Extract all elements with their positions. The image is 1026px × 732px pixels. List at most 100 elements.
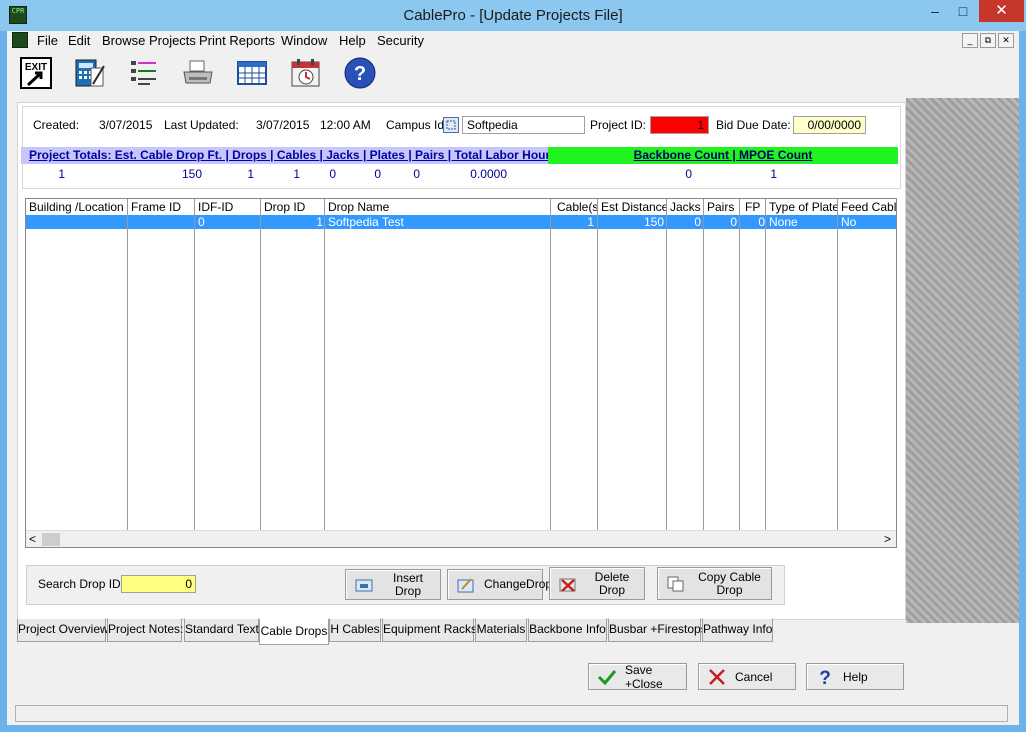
cell-est-distance[interactable]: 150 xyxy=(598,215,664,229)
insert-drop-button[interactable]: Insert Drop xyxy=(345,569,441,600)
scroll-right-arrow[interactable]: > xyxy=(884,532,891,546)
copy-cable-drop-button[interactable]: Copy Cable Drop xyxy=(657,567,772,600)
help-toolbar-button[interactable]: ? xyxy=(343,56,377,90)
cell-drop-name[interactable]: Softpedia Test xyxy=(328,215,548,229)
lookup-grid-icon xyxy=(446,120,456,130)
change-drop-label: ChangeDrop xyxy=(484,577,553,591)
cell-cables[interactable]: 1 xyxy=(551,215,594,229)
question-mark-icon: ? xyxy=(815,667,835,687)
campus-id-label: Campus Id: xyxy=(386,118,448,132)
schedule-toolbar-button[interactable] xyxy=(289,56,323,90)
created-value: 3/07/2015 xyxy=(99,118,153,132)
change-drop-button[interactable]: ChangeDrop xyxy=(447,569,552,600)
column-divider xyxy=(739,199,740,531)
created-label: Created: xyxy=(33,118,80,132)
minimize-button[interactable]: – xyxy=(922,0,948,22)
tab-project-overview[interactable]: Project Overview xyxy=(17,618,109,642)
tab-h-cables[interactable]: H Cables xyxy=(329,618,381,642)
save-close-button[interactable]: Save +Close xyxy=(588,662,687,691)
delete-drop-label: Delete Drop xyxy=(594,569,630,597)
campus-id-field[interactable]: Softpedia xyxy=(462,116,585,134)
column-header-type-of-plate[interactable]: Type of Plate xyxy=(766,199,837,215)
tab-cable-drops[interactable]: Cable Drops xyxy=(259,619,329,645)
exit-toolbar-button[interactable]: EXIT xyxy=(19,56,53,90)
cell-drop-id[interactable]: 1 xyxy=(262,215,323,229)
column-header-drop-name[interactable]: Drop Name xyxy=(325,199,550,215)
project-id-field[interactable]: 1 xyxy=(650,116,709,134)
help-button[interactable]: ? Help xyxy=(806,663,904,690)
column-divider xyxy=(550,199,551,531)
cell-jacks[interactable]: 0 xyxy=(667,215,701,229)
column-header-est-distance[interactable]: Est Distance xyxy=(598,199,666,215)
close-button[interactable]: ✕ xyxy=(979,0,1024,22)
menu-help[interactable]: Help xyxy=(339,33,366,48)
last-updated-date: 3/07/2015 xyxy=(256,118,310,132)
cell-fp[interactable]: 0 xyxy=(740,215,765,229)
menu-print-reports[interactable]: Print Reports xyxy=(199,33,275,48)
column-divider xyxy=(837,199,838,531)
column-header-building[interactable]: Building /Location xyxy=(26,199,127,215)
menu-edit[interactable]: Edit xyxy=(68,33,90,48)
maximize-button[interactable]: □ xyxy=(950,0,976,22)
backbone-count-value: 0 xyxy=(685,167,692,181)
svg-text:EXIT: EXIT xyxy=(25,62,47,73)
bid-due-date-field[interactable]: 0/00/0000 xyxy=(793,116,866,134)
scroll-left-arrow[interactable]: < xyxy=(29,532,36,546)
last-updated-time: 12:00 AM xyxy=(320,118,371,132)
menu-file[interactable]: File xyxy=(37,33,58,48)
column-header-jacks[interactable]: Jacks xyxy=(667,199,703,215)
tab-project-notes[interactable]: Project Notes: xyxy=(107,618,183,642)
cell-type-of-plate[interactable]: None xyxy=(769,215,837,229)
horizontal-scrollbar[interactable]: < > xyxy=(26,530,896,547)
tab-equipment-racks[interactable]: Equipment Racks xyxy=(382,618,477,642)
tab-busbar-firestops[interactable]: Busbar +Firestops xyxy=(608,618,707,642)
totals-project-value: 1 xyxy=(58,167,65,181)
copy-cable-drop-label: Copy Cable Drop xyxy=(698,569,761,597)
column-header-drop-id[interactable]: Drop ID xyxy=(261,199,324,215)
totals-labor-hours: 0.0000 xyxy=(470,167,507,181)
cancel-button[interactable]: Cancel xyxy=(698,663,796,690)
cell-feed-cable[interactable]: No xyxy=(841,215,896,229)
totals-cables: 1 xyxy=(293,167,300,181)
tab-materials[interactable]: Materials xyxy=(475,618,527,642)
document-system-icon[interactable] xyxy=(12,32,28,48)
spreadsheet-toolbar-button[interactable] xyxy=(235,56,269,90)
menu-browse-projects[interactable]: Browse Projects xyxy=(102,33,196,48)
menu-security[interactable]: Security xyxy=(377,33,424,48)
column-header-cables[interactable]: Cable(s) xyxy=(554,199,597,215)
child-minimize-button[interactable]: _ xyxy=(962,33,978,48)
tab-standard-text[interactable]: Standard Text xyxy=(184,618,259,642)
child-close-button[interactable]: ✕ xyxy=(998,33,1014,48)
column-divider xyxy=(260,199,261,531)
mdi-background xyxy=(906,98,1019,623)
calculator-icon xyxy=(75,59,105,87)
checkmark-icon xyxy=(597,667,617,687)
project-id-label: Project ID: xyxy=(590,118,647,132)
status-bar xyxy=(15,705,1008,722)
cell-idf-id[interactable]: 0 xyxy=(198,215,258,229)
tab-pathway-info[interactable]: Pathway Info xyxy=(702,618,773,642)
search-drop-id-input[interactable]: 0 xyxy=(121,575,196,593)
column-header-pairs[interactable]: Pairs xyxy=(704,199,738,215)
column-header-feed-cable[interactable]: Feed Cable xyxy=(838,199,896,215)
scrollbar-thumb[interactable] xyxy=(42,533,60,546)
help-icon: ? xyxy=(344,57,376,89)
calculator-toolbar-button[interactable] xyxy=(73,56,107,90)
column-divider xyxy=(703,199,704,531)
cell-pairs[interactable]: 0 xyxy=(704,215,737,229)
save-close-label: Save +Close xyxy=(625,662,663,691)
cable-drops-grid[interactable]: Building /Location Frame ID IDF-ID Drop … xyxy=(25,198,897,548)
column-header-idf-id[interactable]: IDF-ID xyxy=(195,199,260,215)
menu-window[interactable]: Window xyxy=(281,33,327,48)
child-restore-button[interactable]: ⧉ xyxy=(980,33,996,48)
column-header-frame-id[interactable]: Frame ID xyxy=(128,199,194,215)
list-toolbar-button[interactable] xyxy=(127,56,161,90)
column-header-fp[interactable]: FP xyxy=(742,199,766,215)
project-totals-header: Project Totals: Est. Cable Drop Ft. | Dr… xyxy=(21,147,548,164)
delete-drop-button[interactable]: Delete Drop xyxy=(549,567,645,600)
campus-lookup-button[interactable] xyxy=(443,117,459,133)
cancel-x-icon xyxy=(707,667,727,687)
tab-backbone-info[interactable]: Backbone Info xyxy=(528,618,607,642)
column-divider xyxy=(666,199,667,531)
print-toolbar-button[interactable] xyxy=(181,56,215,90)
